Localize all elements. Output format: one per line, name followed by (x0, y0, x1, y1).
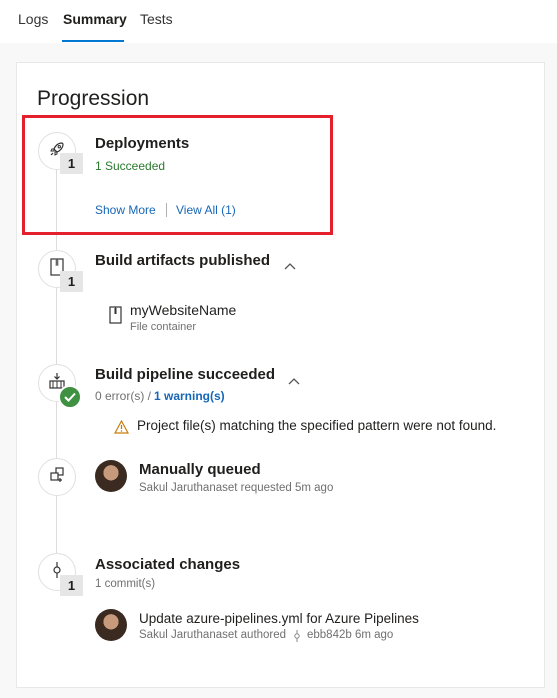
avatar (95, 609, 127, 641)
file-container-icon (109, 306, 122, 329)
commit-icon (293, 629, 301, 647)
chevron-up-icon[interactable] (288, 372, 300, 390)
artifact-type: File container (130, 321, 197, 333)
chevron-up-icon[interactable] (284, 257, 296, 275)
avatar (95, 460, 127, 492)
commit-message[interactable]: Update azure-pipelines.yml for Azure Pip… (139, 611, 419, 626)
tab-bar: Logs Summary Tests (0, 0, 557, 43)
warnings-link[interactable]: 1 warning(s) (154, 389, 225, 403)
highlight-box (22, 115, 333, 235)
artifacts-count-badge: 1 (60, 271, 83, 292)
tab-tests[interactable]: Tests (140, 11, 173, 27)
page-title: Progression (37, 87, 150, 110)
queued-detail: Sakul Jaruthanaset requested 5m ago (139, 482, 334, 494)
changes-title: Associated changes (95, 556, 241, 573)
pipeline-title: Build pipeline succeeded (95, 366, 276, 383)
queue-icon (48, 466, 66, 489)
tab-logs[interactable]: Logs (18, 11, 48, 27)
warning-message: Project file(s) matching the specified p… (137, 418, 497, 433)
commit-hash-time: ebb842b 6m ago (307, 629, 394, 641)
warning-icon (113, 419, 130, 439)
active-tab-indicator (62, 40, 124, 42)
queued-title: Manually queued (139, 461, 261, 478)
pipeline-errors: 0 error(s) / (95, 389, 152, 403)
changes-commit-count: 1 commit(s) (95, 578, 156, 590)
success-check-icon (58, 385, 82, 409)
artifact-name[interactable]: myWebsiteName (130, 302, 236, 318)
artifacts-title: Build artifacts published (95, 252, 271, 269)
tab-summary[interactable]: Summary (63, 11, 127, 27)
changes-count-badge: 1 (60, 575, 83, 596)
commit-author: Sakul Jaruthanaset authored (139, 629, 287, 641)
queued-node (38, 458, 76, 496)
